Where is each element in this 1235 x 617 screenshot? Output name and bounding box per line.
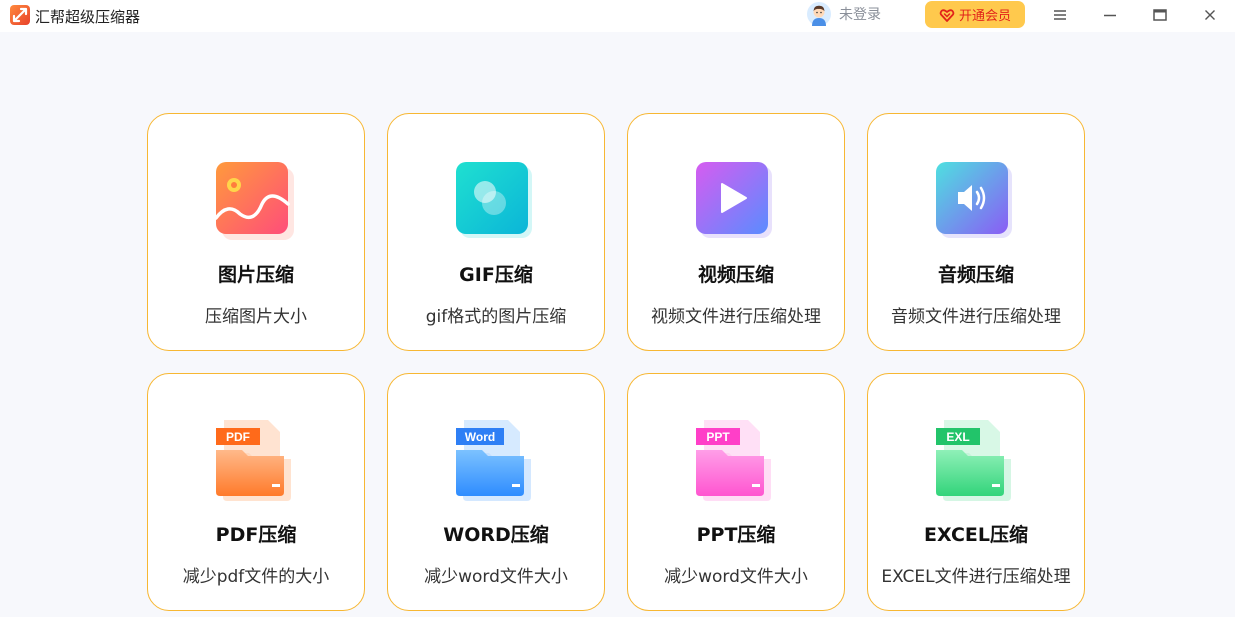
card-title: WORD压缩 <box>443 524 549 546</box>
card-title: GIF压缩 <box>459 264 533 286</box>
ppt-file-icon: PPT <box>694 420 774 501</box>
card-pdf-compress[interactable]: PDF PDF压缩 减少pdf文件的大小 <box>147 373 365 611</box>
user-login-area[interactable]: 未登录 <box>807 2 881 26</box>
card-audio-compress[interactable]: 音频压缩 音频文件进行压缩处理 <box>867 113 1085 351</box>
card-excel-compress[interactable]: EXL EXCEL压缩 EXCEL文件进行压缩处理 <box>867 373 1085 611</box>
close-icon <box>1205 10 1215 20</box>
card-title: EXCEL压缩 <box>924 524 1028 546</box>
diamond-heart-icon <box>939 8 955 22</box>
card-description: 减少word文件大小 <box>664 567 808 587</box>
app-logo-icon <box>10 5 30 25</box>
image-icon <box>214 160 294 240</box>
word-file-icon: Word <box>454 420 534 501</box>
close-button[interactable] <box>1198 4 1222 26</box>
menu-button[interactable] <box>1048 4 1072 26</box>
login-status-text[interactable]: 未登录 <box>839 4 881 24</box>
card-gif-compress[interactable]: GIF压缩 gif格式的图片压缩 <box>387 113 605 351</box>
card-title: PDF压缩 <box>215 524 297 546</box>
minimize-button[interactable] <box>1098 4 1122 26</box>
maximize-button[interactable] <box>1148 4 1172 26</box>
card-image-compress[interactable]: 图片压缩 压缩图片大小 <box>147 113 365 351</box>
audio-speaker-icon <box>934 160 1014 240</box>
ppt-badge-text: PPT <box>706 430 730 444</box>
title-bar: 汇帮超级压缩器 未登录 开通会员 <box>0 0 1235 32</box>
open-vip-button[interactable]: 开通会员 <box>925 1 1025 28</box>
avatar[interactable] <box>807 2 831 26</box>
minimize-icon <box>1104 14 1116 17</box>
card-title: 图片压缩 <box>217 264 294 286</box>
card-description: 减少word文件大小 <box>424 567 568 587</box>
excel-file-icon: EXL <box>934 420 1014 501</box>
card-description: EXCEL文件进行压缩处理 <box>881 567 1071 587</box>
card-description: 压缩图片大小 <box>205 307 307 327</box>
card-title: PPT压缩 <box>696 524 776 546</box>
card-video-compress[interactable]: 视频压缩 视频文件进行压缩处理 <box>627 113 845 351</box>
card-description: 音频文件进行压缩处理 <box>891 307 1061 327</box>
card-ppt-compress[interactable]: PPT PPT压缩 减少word文件大小 <box>627 373 845 611</box>
hamburger-menu-icon <box>1054 10 1066 20</box>
card-description: gif格式的图片压缩 <box>425 307 567 327</box>
app-title: 汇帮超级压缩器 <box>35 8 141 26</box>
card-word-compress[interactable]: Word WORD压缩 减少word文件大小 <box>387 373 605 611</box>
video-play-icon <box>694 160 774 240</box>
open-vip-label: 开通会员 <box>958 9 1011 24</box>
card-description: 视频文件进行压缩处理 <box>651 307 821 327</box>
pdf-badge-text: PDF <box>226 430 250 444</box>
card-title: 音频压缩 <box>937 264 1014 286</box>
word-badge-text: Word <box>465 430 495 444</box>
card-description: 减少pdf文件的大小 <box>182 567 330 587</box>
maximize-icon <box>1153 9 1167 21</box>
card-title: 视频压缩 <box>697 264 774 286</box>
gif-icon <box>454 160 534 240</box>
excel-badge-text: EXL <box>946 430 969 444</box>
pdf-file-icon: PDF <box>214 420 294 501</box>
